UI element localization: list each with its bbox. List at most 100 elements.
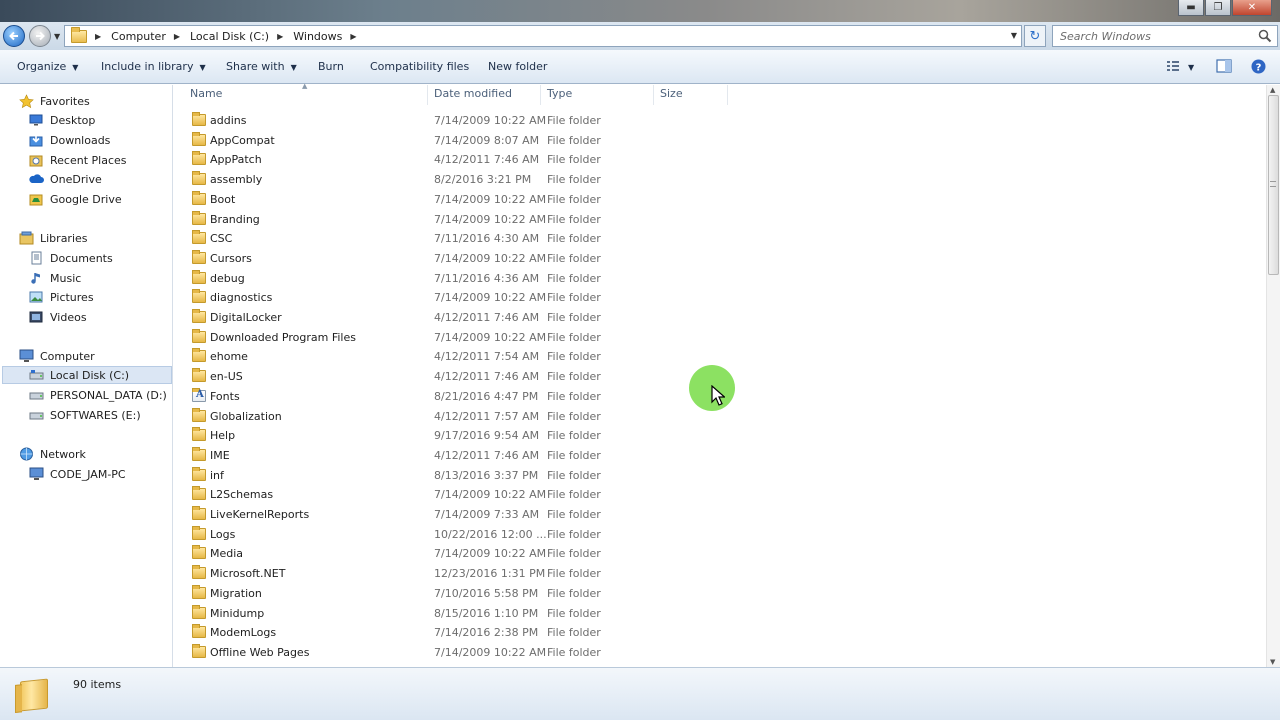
change-view-icon[interactable]	[1166, 59, 1180, 73]
nav-favorites[interactable]: Favorites	[18, 92, 90, 110]
file-row[interactable]: diagnostics 7/14/2009 10:22 AM File folder	[174, 288, 734, 307]
breadcrumb-root-arrow[interactable]: ▶	[95, 32, 101, 41]
folder-icon	[192, 190, 206, 205]
nav-item-downloads[interactable]: Downloads	[28, 131, 110, 149]
column-header-type[interactable]: Type	[541, 85, 654, 105]
file-row[interactable]: ModemLogs 7/14/2016 2:38 PM File folder	[174, 623, 734, 642]
file-row[interactable]: AppCompat 7/14/2009 8:07 AM File folder	[174, 131, 734, 150]
nav-network[interactable]: Network	[18, 445, 86, 463]
burn-button[interactable]: Burn	[318, 60, 344, 73]
folder-icon	[192, 427, 206, 442]
file-row[interactable]: Microsoft.NET 12/23/2016 1:31 PM File fold…	[174, 564, 734, 583]
view-options-dropdown[interactable]: ▼	[1188, 63, 1194, 72]
minimize-button[interactable]: ▬	[1178, 0, 1204, 16]
file-row[interactable]: assembly 8/2/2016 3:21 PM File folder	[174, 170, 734, 189]
file-row[interactable]: Offline Web Pages 7/14/2009 10:22 AM File …	[174, 643, 734, 662]
file-row[interactable]: en-US 4/12/2011 7:46 AM File folder	[174, 367, 734, 386]
folder-icon	[71, 26, 87, 43]
scroll-up-arrow-icon[interactable]: ▲	[1270, 86, 1275, 94]
file-row[interactable]: Media 7/14/2009 10:22 AM File folder	[174, 544, 734, 563]
folder-icon	[192, 131, 206, 146]
nav-item-personal-data-d[interactable]: PERSONAL_DATA (D:)	[28, 386, 167, 404]
file-row[interactable]: Fonts 8/21/2016 4:47 PM File folder	[174, 387, 734, 406]
nav-item-music[interactable]: Music	[28, 269, 81, 287]
nav-item-google-drive[interactable]: Google Drive	[28, 190, 122, 208]
nav-item-code-jam-pc[interactable]: CODE_JAM-PC	[28, 465, 126, 483]
file-row[interactable]: Migration 7/10/2016 5:58 PM File folder	[174, 584, 734, 603]
recent-pages-dropdown[interactable]: ▼	[54, 32, 60, 41]
folder-icon	[192, 604, 206, 619]
folder-icon	[192, 486, 206, 501]
preview-pane-icon[interactable]	[1216, 59, 1232, 73]
file-row[interactable]: Downloaded Program Files 7/14/2009 10:22 …	[174, 328, 734, 347]
file-type: File folder	[547, 429, 601, 443]
file-date-modified: 8/15/2016 1:10 PM	[434, 606, 539, 620]
file-row[interactable]: Branding 7/14/2009 10:22 AM File folder	[174, 210, 734, 229]
scroll-down-arrow-icon[interactable]: ▼	[1270, 658, 1275, 666]
file-row[interactable]: ehome 4/12/2011 7:54 AM File folder	[174, 347, 734, 366]
back-button[interactable]	[3, 25, 25, 47]
search-icon[interactable]	[1258, 29, 1272, 43]
breadcrumb-windows[interactable]: Windows ▶	[293, 30, 356, 43]
nav-libraries[interactable]: Libraries	[18, 229, 88, 247]
breadcrumb-local-disk[interactable]: Local Disk (C:) ▶	[190, 30, 283, 43]
nav-item-desktop[interactable]: Desktop	[28, 111, 95, 129]
compatibility-files-button[interactable]: Compatibility files	[370, 60, 469, 73]
file-date-modified: 7/14/2009 10:22 AM	[434, 291, 547, 305]
breadcrumb-computer[interactable]: Computer ▶	[111, 30, 180, 43]
file-row[interactable]: L2Schemas 7/14/2009 10:22 AM File folder	[174, 485, 734, 504]
address-dropdown-icon[interactable]: ▼	[1011, 31, 1017, 40]
file-row[interactable]: AppPatch 4/12/2011 7:46 AM File folder	[174, 150, 734, 169]
file-row[interactable]: addins 7/14/2009 10:22 AM File folder	[174, 111, 734, 130]
address-bar[interactable]: ▶ Computer ▶ Local Disk (C:) ▶ Windows ▶ ▼	[64, 25, 1022, 47]
forward-button[interactable]	[29, 25, 51, 47]
search-box[interactable]	[1052, 25, 1278, 47]
file-row[interactable]: debug 7/11/2016 4:36 AM File folder	[174, 269, 734, 288]
column-header-name[interactable]: Name	[184, 85, 428, 105]
file-row[interactable]: inf 8/13/2016 3:37 PM File folder	[174, 466, 734, 485]
nav-item-softwares-e[interactable]: SOFTWARES (E:)	[28, 406, 141, 424]
folder-icon	[192, 348, 206, 363]
help-icon[interactable]: ?	[1251, 59, 1266, 74]
refresh-button[interactable]: ↻	[1024, 25, 1046, 47]
search-input[interactable]	[1060, 29, 1250, 43]
include-in-library-button[interactable]: Include in library ▼	[101, 60, 206, 73]
refresh-icon: ↻	[1029, 28, 1041, 44]
file-row[interactable]: Minidump 8/15/2016 1:10 PM File folder	[174, 604, 734, 623]
nav-item-onedrive[interactable]: OneDrive	[28, 170, 102, 188]
file-date-modified: 8/21/2016 4:47 PM	[434, 389, 539, 403]
file-date-modified: 7/14/2009 10:22 AM	[434, 645, 547, 659]
file-row[interactable]: DigitalLocker 4/12/2011 7:46 AM File folde…	[174, 308, 734, 327]
file-row[interactable]: IME 4/12/2011 7:46 AM File folder	[174, 446, 734, 465]
file-row[interactable]: LiveKernelReports 7/14/2009 7:33 AM File f…	[174, 505, 734, 524]
maximize-button[interactable]: ❐	[1205, 0, 1231, 16]
file-type: File folder	[547, 409, 601, 423]
close-button[interactable]: ✕	[1232, 0, 1272, 16]
file-type: File folder	[547, 488, 601, 502]
nav-item-pictures[interactable]: Pictures	[28, 288, 94, 306]
item-count: 90 items	[73, 678, 122, 691]
column-header-size[interactable]: Size	[654, 85, 728, 105]
nav-item-videos[interactable]: Videos	[28, 308, 87, 326]
file-row[interactable]: Help 9/17/2016 9:54 AM File folder	[174, 426, 734, 445]
file-row[interactable]: Cursors 7/14/2009 10:22 AM File folder	[174, 249, 734, 268]
vertical-scrollbar[interactable]: ▲ ▼	[1266, 85, 1280, 667]
nav-item-local-disk-c[interactable]: Local Disk (C:)	[2, 366, 172, 384]
nav-computer[interactable]: Computer	[18, 347, 95, 365]
nav-item-documents[interactable]: Documents	[28, 249, 113, 267]
file-type: File folder	[547, 350, 601, 364]
file-row[interactable]: Logs 10/22/2016 12:00 ... File folder	[174, 525, 734, 544]
drive-icon	[28, 367, 44, 383]
column-header-date-modified[interactable]: Date modified	[428, 85, 541, 105]
nav-item-recent-places[interactable]: Recent Places	[28, 151, 127, 169]
file-name: Globalization	[210, 409, 282, 423]
file-row[interactable]: Boot 7/14/2009 10:22 AM File folder	[174, 190, 734, 209]
share-with-button[interactable]: Share with ▼	[226, 60, 297, 73]
file-name: Logs	[210, 527, 236, 541]
file-name: Cursors	[210, 251, 252, 265]
file-row[interactable]: CSC 7/11/2016 4:30 AM File folder	[174, 229, 734, 248]
new-folder-button[interactable]: New folder	[488, 60, 547, 73]
organize-button[interactable]: Organize ▼	[17, 60, 78, 73]
file-name: Migration	[210, 586, 262, 600]
file-row[interactable]: Globalization 4/12/2011 7:57 AM File folde…	[174, 407, 734, 426]
